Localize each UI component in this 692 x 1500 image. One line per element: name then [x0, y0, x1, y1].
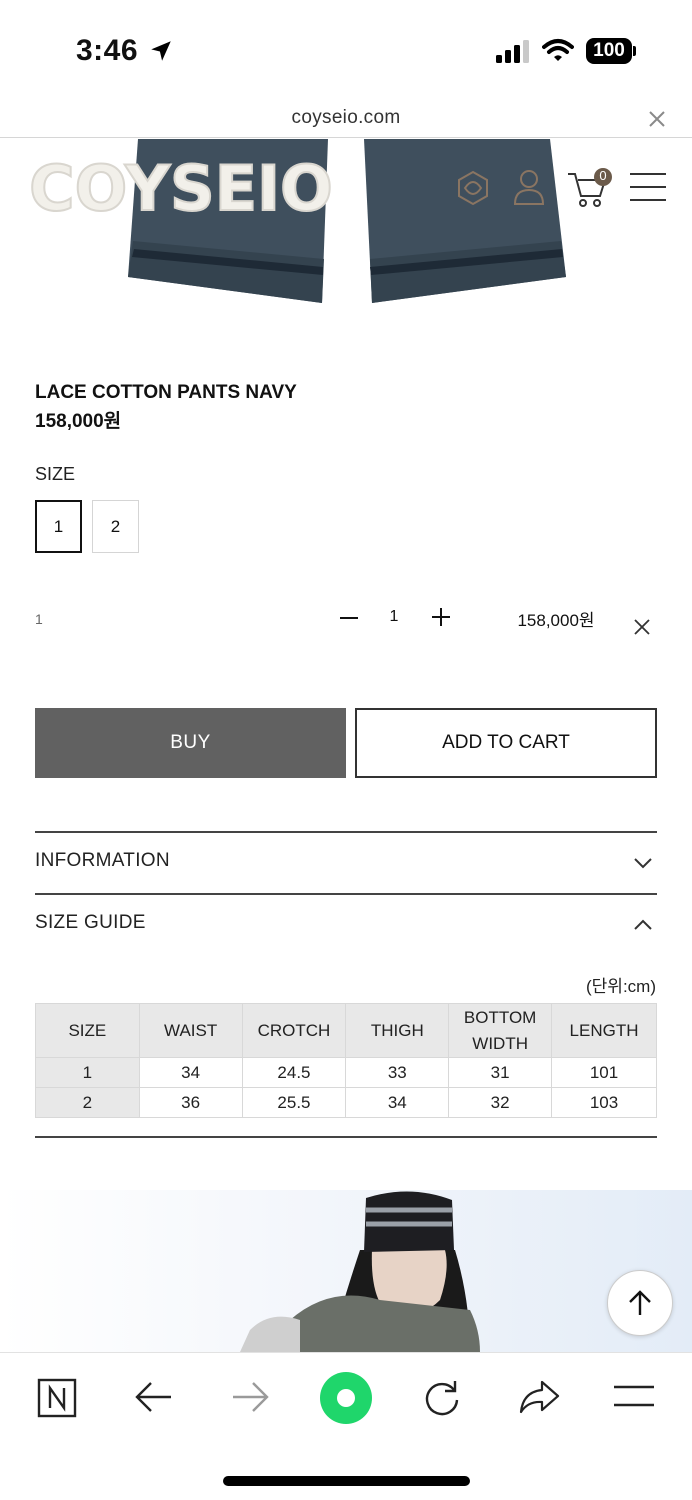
coyseio-logo[interactable]: COYSEIO	[26, 150, 336, 224]
table-header-bottom: BOTTOM	[463, 1007, 537, 1027]
brand-emblem-icon[interactable]	[455, 170, 491, 206]
selected-option-label: 1	[35, 611, 43, 627]
buy-button[interactable]: BUY	[35, 708, 346, 778]
forward-arrow-icon[interactable]	[231, 1380, 269, 1414]
refresh-icon[interactable]	[422, 1378, 462, 1418]
table-cell: 32	[448, 1087, 553, 1118]
menu-icon[interactable]	[614, 1385, 654, 1407]
table-cell: 33	[345, 1057, 450, 1088]
table-header-cell: WAIST	[138, 1003, 243, 1058]
accordion-size-guide-title[interactable]: SIZE GUIDE	[35, 912, 146, 934]
decrease-quantity-icon[interactable]	[338, 608, 360, 628]
lookbook-image	[0, 1190, 692, 1352]
table-cell: 36	[138, 1087, 243, 1118]
green-dot-icon[interactable]	[319, 1371, 373, 1425]
table-row: 2 36 25.5 34 32 103	[35, 1087, 657, 1118]
selected-option-row: 1 1 158,000원	[0, 596, 692, 642]
table-header-cell: SIZE	[35, 1003, 140, 1058]
chevron-down-icon[interactable]	[633, 853, 653, 873]
table-header-cell: LENGTH	[551, 1003, 657, 1058]
battery-indicator: 100	[586, 38, 636, 64]
arrow-up-icon	[629, 1290, 651, 1315]
remove-option-icon[interactable]	[633, 618, 651, 636]
close-icon[interactable]	[646, 108, 668, 130]
browser-url-bar[interactable]: coyseio.com	[0, 100, 692, 138]
status-bar: 3:46 100	[0, 0, 692, 100]
unit-note: (단위:cm)	[586, 977, 656, 996]
table-cell: 25.5	[241, 1087, 347, 1118]
location-arrow-icon	[151, 41, 171, 61]
hamburger-menu-icon[interactable]	[630, 172, 666, 202]
size-option-1[interactable]: 1	[35, 500, 82, 553]
naver-n-icon[interactable]	[37, 1378, 77, 1418]
scroll-to-top-button[interactable]	[607, 1270, 673, 1336]
table-cell: 2	[35, 1087, 140, 1118]
home-indicator	[223, 1476, 470, 1486]
size-label: SIZE	[35, 464, 76, 484]
back-arrow-icon[interactable]	[135, 1380, 173, 1414]
chevron-up-icon[interactable]	[633, 915, 653, 935]
size-guide-table: SIZE WAIST CROTCH THIGH BOTTOM WIDTH LEN…	[35, 1003, 657, 1118]
table-row: 1 34 24.5 33 31 101	[35, 1057, 657, 1088]
add-to-cart-button[interactable]: ADD TO CART	[355, 708, 657, 778]
accordion-information[interactable]: INFORMATION	[35, 831, 657, 893]
url-text[interactable]: coyseio.com	[0, 107, 692, 129]
wifi-icon	[542, 39, 574, 61]
table-cell: 34	[138, 1057, 243, 1088]
table-header-cell: THIGH	[345, 1003, 450, 1058]
cellular-signal-icon	[496, 40, 529, 63]
increase-quantity-icon[interactable]	[430, 606, 452, 628]
logo-text: COYSEIO	[29, 152, 333, 224]
share-icon[interactable]	[518, 1378, 560, 1416]
cart-count-badge: 0	[599, 168, 607, 183]
table-header-cell: BOTTOM WIDTH	[448, 1003, 553, 1058]
accordion-information-title[interactable]: INFORMATION	[35, 850, 170, 872]
product-name: LACE COTTON PANTS NAVY	[35, 382, 297, 403]
status-time: 3:46	[76, 34, 139, 67]
size-option-2[interactable]: 2	[92, 500, 139, 553]
line-total-price: 158,000원	[517, 611, 595, 630]
table-cell: 24.5	[241, 1057, 347, 1088]
user-icon[interactable]	[512, 168, 546, 206]
table-header-width: WIDTH	[472, 1033, 528, 1053]
quantity-value[interactable]: 1	[384, 608, 404, 626]
accordion-size-guide[interactable]: SIZE GUIDE	[35, 893, 657, 955]
table-cell: 1	[35, 1057, 140, 1088]
divider	[35, 1136, 657, 1138]
product-price: 158,000원	[35, 411, 122, 432]
table-cell: 101	[551, 1057, 657, 1088]
table-header-row: SIZE WAIST CROTCH THIGH BOTTOM WIDTH LEN…	[35, 1003, 657, 1058]
table-cell: 34	[345, 1087, 450, 1118]
table-cell: 31	[448, 1057, 553, 1088]
battery-level: 100	[593, 40, 625, 61]
table-header-cell: CROTCH	[241, 1003, 347, 1058]
table-cell: 103	[551, 1087, 657, 1118]
